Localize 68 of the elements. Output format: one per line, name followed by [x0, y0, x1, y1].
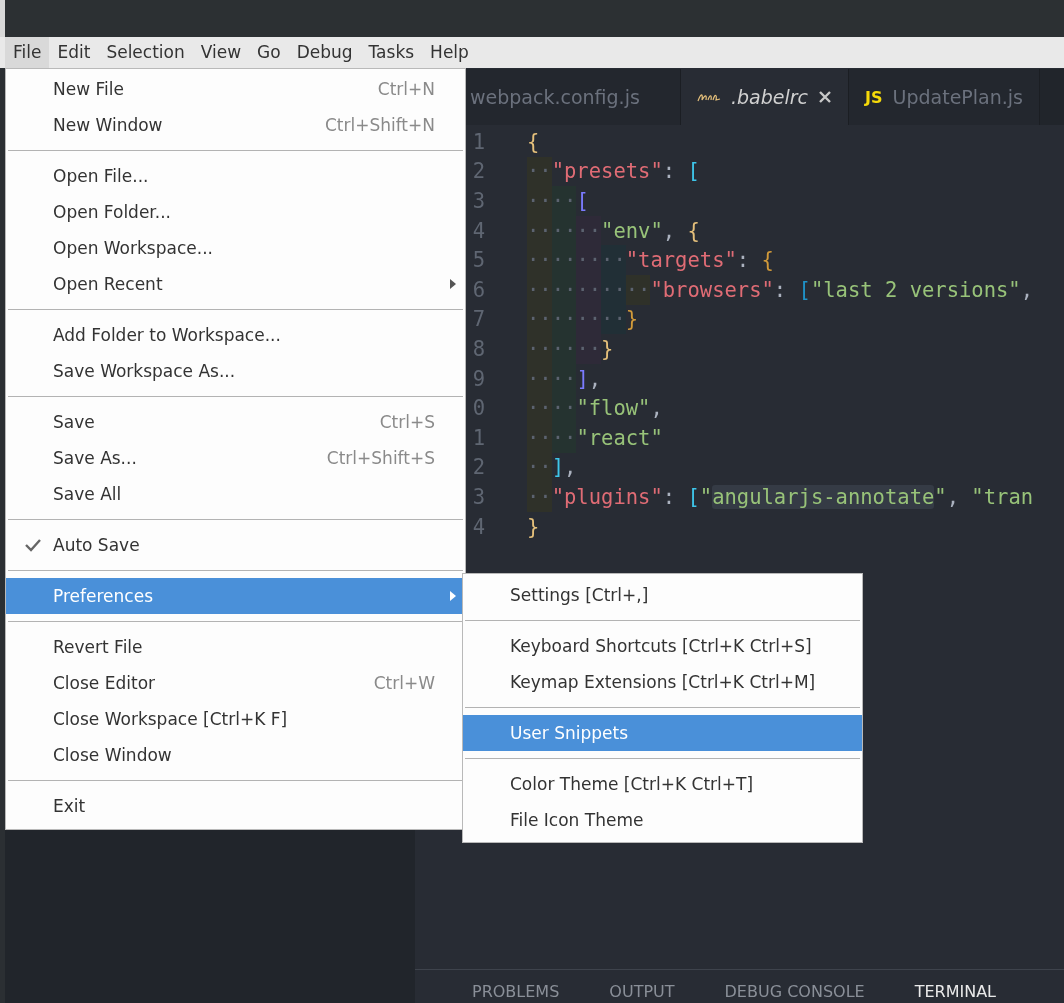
menu-item[interactable]: Keyboard Shortcuts [Ctrl+K Ctrl+S] [463, 628, 862, 664]
code-line: ········} [527, 304, 639, 335]
close-icon[interactable] [818, 90, 833, 104]
panel-tab[interactable]: OUTPUT [609, 982, 675, 1002]
line-number: 6 [471, 277, 485, 302]
menu-bar-item[interactable]: Edit [49, 37, 99, 68]
checkmark-icon [24, 538, 42, 552]
line-number: 8 [471, 336, 485, 361]
menu-item[interactable]: Keymap Extensions [Ctrl+K Ctrl+M] [463, 664, 862, 700]
code-line: ······"env", { [527, 215, 700, 246]
code-line: ··"presets": [ [527, 156, 700, 187]
line-number: 3 [471, 189, 485, 213]
menu-item[interactable]: New File Ctrl+N [6, 71, 465, 107]
code-line: { [527, 128, 540, 156]
panel-tab[interactable]: PROBLEMS [472, 982, 560, 1002]
menu-bar-item[interactable]: View [192, 37, 250, 68]
menu-item[interactable]: Settings [Ctrl+,] [463, 577, 862, 613]
line-number: 1 [471, 425, 485, 450]
menu-item[interactable]: Save As... Ctrl+Shift+S [6, 440, 465, 476]
menu-bar-item[interactable]: File [5, 37, 50, 68]
line-number: 0 [471, 396, 485, 421]
menu-item[interactable]: Open Workspace... [6, 230, 465, 266]
submenu-arrow-icon [449, 278, 457, 290]
code-line: ····"flow", [527, 393, 663, 423]
menu-item[interactable]: Color Theme [Ctrl+K Ctrl+T] [463, 766, 862, 802]
menu-item[interactable]: Close Workspace [Ctrl+K F] [6, 701, 465, 737]
menu-item[interactable]: Open Recent [6, 266, 465, 302]
line-number: 2 [471, 159, 485, 184]
code-line: ··········"browsers": ["last 2 versions", [527, 274, 1034, 305]
menu-bar-item[interactable]: Debug [288, 37, 361, 68]
code-line: ······} [527, 334, 614, 364]
menu-item[interactable]: Open File... [6, 158, 465, 194]
menu-bar-item[interactable]: Tasks [360, 37, 423, 68]
menu-bar-item[interactable]: Go [249, 37, 289, 68]
menu-item[interactable]: Close Editor Ctrl+W [6, 665, 465, 701]
line-number: 9 [471, 366, 485, 391]
file-icon [697, 91, 721, 103]
menu-item[interactable]: Exit [6, 788, 465, 824]
panel-tab[interactable]: DEBUG CONSOLE [724, 982, 865, 1002]
line-number: 7 [471, 307, 485, 332]
line-number: 4 [471, 514, 485, 539]
code-line: } [527, 513, 540, 541]
menu-item[interactable]: Add Folder to Workspace... [6, 317, 465, 353]
editor-tab[interactable]: .babelrc [681, 69, 850, 125]
line-number: 4 [471, 218, 485, 243]
menu-item[interactable]: Save Ctrl+S [6, 404, 465, 440]
line-number: 5 [471, 248, 485, 273]
code-line: ········"targets": { [527, 245, 774, 275]
line-number: 3 [471, 484, 485, 509]
code-line: ··"plugins": ["angularjs-annotate", "tran [527, 482, 1034, 512]
menu-item[interactable]: File Icon Theme [463, 802, 862, 838]
panel-tab[interactable]: TERMINAL [914, 982, 996, 1002]
line-number: 2 [471, 455, 485, 480]
menu-item[interactable]: Close Window [6, 737, 465, 773]
menu-item[interactable]: Auto Save [6, 527, 465, 563]
menu-item[interactable]: Open Folder... [6, 194, 465, 230]
menu-item[interactable]: New Window Ctrl+Shift+N [6, 107, 465, 143]
menu-bar-item[interactable]: Help [422, 37, 477, 68]
line-number: 1 [471, 129, 485, 154]
code-line: ····], [527, 363, 602, 394]
menu-item[interactable]: Revert File [6, 629, 465, 665]
menu-item[interactable]: Save Workspace As... [6, 353, 465, 389]
menu-bar-item[interactable]: Selection [98, 37, 193, 68]
submenu-arrow-icon [449, 590, 457, 602]
js-file-icon: JS [865, 87, 883, 107]
code-line: ····[ [527, 186, 589, 216]
menu-item[interactable]: Save All [6, 476, 465, 512]
code-line: ····"react" [527, 422, 663, 453]
